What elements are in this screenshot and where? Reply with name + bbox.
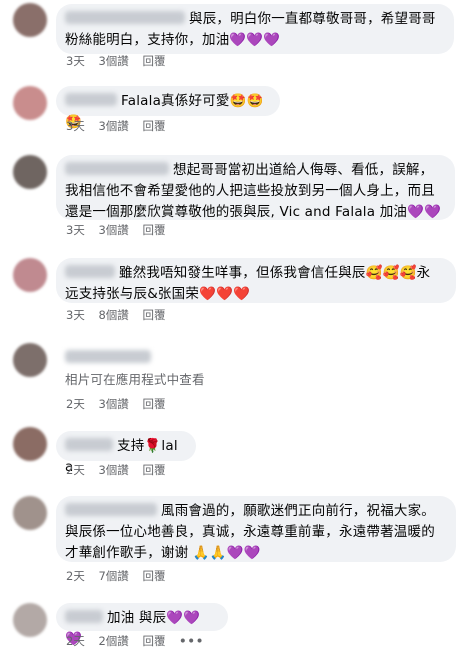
author-name[interactable] xyxy=(65,350,151,363)
avatar[interactable] xyxy=(13,343,47,377)
comment-bubble: 風雨會過的，願歌迷們正向前行，祝福大家。與辰係一位心地善良，真诚，永遠尊重前輩，… xyxy=(56,496,456,562)
like-count[interactable]: 8個讚 xyxy=(98,308,128,322)
like-count[interactable]: 2個讚 xyxy=(98,634,128,648)
like-count[interactable]: 3個讚 xyxy=(98,119,128,133)
photo-notice: 相片可在應用程式中查看 xyxy=(65,372,205,387)
comment-text: 雖然我唔知發生咩事，但係我會信任與辰🥰🥰🥰永远支持张与辰&张国荣❤️❤️❤️ xyxy=(65,265,431,302)
timestamp[interactable]: 2天 xyxy=(66,569,85,583)
comment-text: 與辰，明白你一直都尊敬哥哥，希望哥哥粉絲能明白，支持你，加油💜💜💜 xyxy=(65,11,436,48)
like-count[interactable]: 3個讚 xyxy=(98,463,128,477)
timestamp[interactable]: 3天 xyxy=(66,223,85,237)
comment-meta: 2天 7個讚 回覆 xyxy=(66,568,175,584)
author-name[interactable] xyxy=(65,438,113,451)
author-name[interactable] xyxy=(65,11,185,24)
avatar[interactable] xyxy=(13,155,47,189)
author-name[interactable] xyxy=(65,610,103,623)
more-options-icon[interactable]: ••• xyxy=(179,634,204,648)
timestamp[interactable]: 2天 xyxy=(66,634,85,648)
like-count[interactable]: 3個讚 xyxy=(98,223,128,237)
comment-meta: 3天 3個讚 回覆 xyxy=(66,53,175,69)
reply-button[interactable]: 回覆 xyxy=(142,569,165,583)
reply-button[interactable]: 回覆 xyxy=(142,397,165,411)
comment-meta: 2天 2個讚 回覆 ••• xyxy=(66,633,214,649)
author-name[interactable] xyxy=(65,503,157,516)
reply-button[interactable]: 回覆 xyxy=(142,308,165,322)
comment-list: 與辰，明白你一直都尊敬哥哥，希望哥哥粉絲能明白，支持你，加油💜💜💜 3天 3個讚… xyxy=(0,0,467,653)
comment-bubble: 想起哥哥當初出道給人侮辱、看低，誤解，我相信他不會希望愛他的人把這些投放到另一個… xyxy=(56,155,455,220)
reply-button[interactable]: 回覆 xyxy=(142,54,165,68)
comment-meta: 3天 3個讚 回覆 xyxy=(66,118,175,134)
avatar[interactable] xyxy=(13,3,47,37)
comment-bubble: Falala真係好可愛🤩🤩🤩 xyxy=(56,86,280,130)
timestamp[interactable]: 3天 xyxy=(66,54,85,68)
reply-button[interactable]: 回覆 xyxy=(142,634,165,648)
author-name[interactable] xyxy=(65,265,115,278)
comment-meta: 3天 8個讚 回覆 xyxy=(66,307,175,323)
reply-button[interactable]: 回覆 xyxy=(142,223,165,237)
author-name[interactable] xyxy=(65,93,117,106)
timestamp[interactable]: 3天 xyxy=(66,308,85,322)
like-count[interactable]: 3個讚 xyxy=(98,54,128,68)
avatar[interactable] xyxy=(13,603,47,637)
timestamp[interactable]: 2天 xyxy=(66,463,85,477)
like-count[interactable]: 3個讚 xyxy=(98,397,128,411)
comment-text: 風雨會過的，願歌迷們正向前行，祝福大家。與辰係一位心地善良，真诚，永遠尊重前輩，… xyxy=(65,503,435,561)
comment-meta: 3天 3個讚 回覆 xyxy=(66,222,175,238)
timestamp[interactable]: 3天 xyxy=(66,119,85,133)
timestamp[interactable]: 2天 xyxy=(66,397,85,411)
comment-bubble: 加油 與辰💜💜💜 xyxy=(56,603,228,647)
author-name[interactable] xyxy=(65,162,169,175)
like-count[interactable]: 7個讚 xyxy=(98,569,128,583)
avatar[interactable] xyxy=(13,496,47,530)
reply-button[interactable]: 回覆 xyxy=(142,463,165,477)
comment-bubble: 支持🌹lala xyxy=(56,431,196,475)
comment-meta: 2天 3個讚 回覆 xyxy=(66,462,175,478)
comment-text: 想起哥哥當初出道給人侮辱、看低，誤解，我相信他不會希望愛他的人把這些投放到另一個… xyxy=(65,162,442,220)
reply-button[interactable]: 回覆 xyxy=(142,119,165,133)
comment-bubble: 與辰，明白你一直都尊敬哥哥，希望哥哥粉絲能明白，支持你，加油💜💜💜 xyxy=(56,4,454,54)
avatar[interactable] xyxy=(13,427,47,461)
comment-meta: 2天 3個讚 回覆 xyxy=(66,396,175,412)
comment-bubble: 雖然我唔知發生咩事，但係我會信任與辰🥰🥰🥰永远支持张与辰&张国荣❤️❤️❤️ xyxy=(56,258,456,303)
avatar[interactable] xyxy=(13,258,47,292)
avatar[interactable] xyxy=(13,86,47,120)
